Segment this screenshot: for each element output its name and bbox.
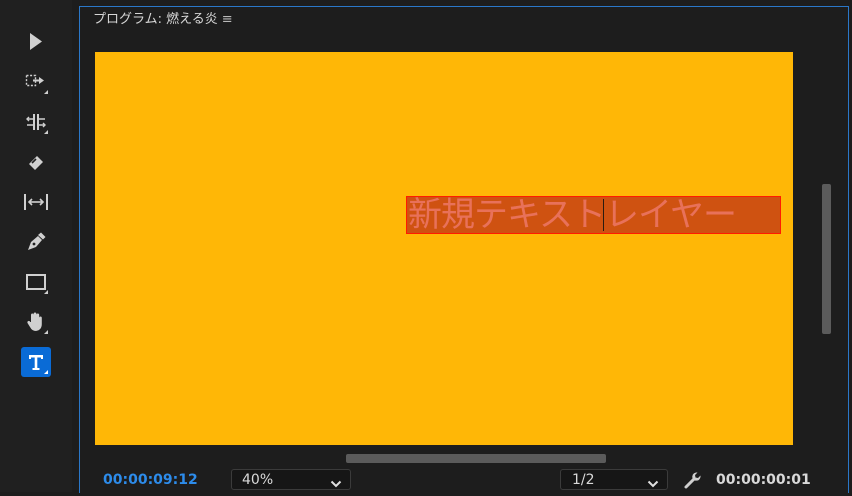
panel-title-text: プログラム: 燃える炎	[93, 12, 218, 27]
program-canvas[interactable]: 新規テキストレイヤー	[95, 52, 793, 445]
playhead-timecode[interactable]: 00:00:09:12	[103, 472, 198, 488]
text-layer-label[interactable]: 新規テキストレイヤー	[408, 197, 737, 233]
text-layer-box[interactable]: 新規テキストレイヤー	[406, 196, 781, 234]
zoom-level-value: 40%	[242, 472, 274, 488]
pen-tool[interactable]	[21, 227, 51, 257]
razor-tool[interactable]	[21, 147, 51, 177]
rectangle-tool[interactable]	[21, 267, 51, 297]
program-monitor-panel: プログラム: 燃える炎 ≡ 新規テキストレイヤー 00:00:09:12 40% …	[79, 6, 849, 493]
zoom-level-select[interactable]: 40%	[231, 469, 351, 490]
wrench-icon[interactable]	[683, 470, 703, 490]
playback-resolution-value: 1/2	[572, 472, 595, 488]
horizontal-scrollbar-thumb[interactable]	[346, 454, 606, 463]
arrow-pointer-icon	[28, 32, 44, 52]
pen-icon	[26, 232, 46, 252]
track-select-icon	[25, 73, 47, 91]
vertical-scrollbar-thumb[interactable]	[822, 184, 831, 334]
selection-tool[interactable]	[21, 27, 51, 57]
slip-icon	[23, 192, 49, 212]
chevron-down-icon	[330, 475, 342, 496]
track-select-forward-tool[interactable]	[21, 67, 51, 97]
type-icon	[26, 352, 46, 372]
panel-title[interactable]: プログラム: 燃える炎 ≡	[93, 12, 233, 28]
hand-tool[interactable]	[21, 307, 51, 337]
ripple-edit-icon	[26, 113, 46, 131]
text-caret	[603, 199, 604, 231]
tools-panel	[0, 0, 72, 492]
chevron-down-icon	[647, 475, 659, 496]
ripple-edit-tool[interactable]	[21, 107, 51, 137]
razor-icon	[26, 152, 46, 172]
hamburger-menu-icon[interactable]: ≡	[222, 12, 233, 28]
playback-resolution-select[interactable]: 1/2	[560, 469, 668, 490]
type-tool[interactable]	[21, 347, 51, 377]
rectangle-icon	[25, 273, 47, 291]
slip-tool[interactable]	[21, 187, 51, 217]
duration-timecode: 00:00:00:01	[716, 472, 811, 488]
